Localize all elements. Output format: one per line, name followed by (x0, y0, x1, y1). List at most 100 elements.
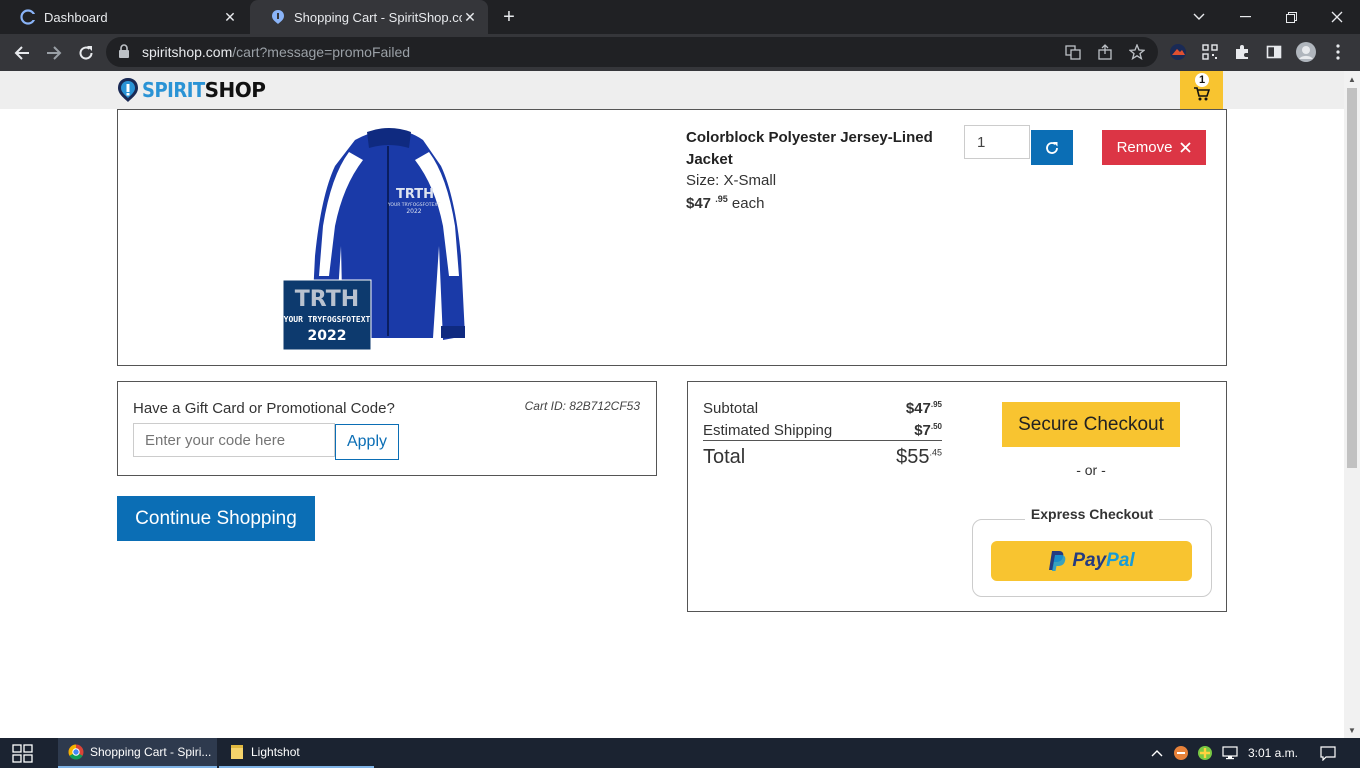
url-text: spiritshop.com/cart?message=promoFailed (142, 44, 410, 60)
subtotal-cents: .95 (930, 400, 942, 409)
start-grid-icon[interactable] (12, 744, 36, 764)
lightshot-icon (231, 745, 243, 759)
express-checkout-box: Express Checkout Pay Pal (972, 506, 1212, 597)
logo-text-spirit: SPIRIT (142, 78, 205, 102)
patch-line2: YOUR TRYFOGSFOTEXT (284, 315, 371, 324)
close-tab-icon[interactable]: ✕ (222, 9, 238, 25)
spiritshop-logo[interactable]: SPIRIT SHOP (117, 76, 266, 104)
bookmark-star-icon[interactable] (1128, 43, 1146, 61)
tab-title: Shopping Cart - SpiritShop.com (294, 9, 462, 25)
reload-icon[interactable] (73, 40, 99, 66)
side-panel-icon[interactable] (1264, 42, 1284, 62)
url-path: /cart?message=promoFailed (232, 44, 411, 60)
product-image[interactable]: TRTH YOUR TRYFOGSFOTEXT 2022 TRTH YOUR T… (282, 126, 483, 352)
dashboard-favicon-icon (20, 9, 36, 25)
more-menu-icon[interactable] (1328, 42, 1348, 62)
paypal-logo-icon (1049, 551, 1066, 571)
product-price: $47 .95 each (686, 194, 764, 212)
cart-count-badge: 1 (1195, 73, 1209, 87)
scrollbar-thumb[interactable] (1347, 88, 1357, 468)
site-header: SPIRIT SHOP 1 (0, 71, 1344, 109)
refresh-icon (1046, 141, 1058, 154)
express-checkout-label-wrap: Express Checkout (973, 506, 1211, 522)
promo-code-input[interactable] (133, 423, 335, 457)
shipping-cents: .50 (930, 422, 942, 431)
scroll-down-arrow-icon[interactable]: ▼ (1344, 723, 1360, 737)
tab-dashboard[interactable]: Dashboard ✕ (0, 0, 248, 34)
continue-shopping-button[interactable]: Continue Shopping (117, 496, 315, 541)
lock-icon[interactable] (118, 44, 130, 64)
tray-app-orange-icon[interactable] (1171, 738, 1191, 768)
share-icon[interactable] (1096, 43, 1114, 61)
price-suffix: each (731, 195, 765, 212)
logo-mark-icon (118, 78, 138, 102)
back-arrow-icon[interactable] (9, 40, 35, 66)
taskbar-item-chrome[interactable]: Shopping Cart - Spiri... (58, 738, 217, 768)
update-quantity-button[interactable] (1031, 130, 1073, 165)
subtotal-label: Subtotal (703, 400, 759, 417)
windows-taskbar: Shopping Cart - Spiri... Lightshot 3:01 … (0, 738, 1360, 768)
remove-item-button[interactable]: Remove (1102, 130, 1206, 165)
profile-avatar-icon[interactable] (1296, 42, 1316, 62)
close-tab-icon[interactable]: ✕ (462, 9, 478, 25)
minimize-icon[interactable] (1222, 0, 1268, 34)
total-row: Total $55.45 (703, 446, 942, 469)
taskbar-item-label: Shopping Cart - Spiri... (90, 745, 212, 759)
page-viewport: SPIRIT SHOP 1 TRTH YOUR TRYFOGSFOTEXT 20… (0, 71, 1344, 738)
extension-mountain-icon[interactable] (1168, 42, 1188, 62)
remove-label: Remove (1116, 139, 1173, 156)
close-x-icon (1180, 142, 1192, 153)
tab-title: Dashboard (44, 9, 108, 25)
extensions-puzzle-icon[interactable] (1232, 42, 1252, 62)
order-summary-panel: Subtotal $47.95 Estimated Shipping $7.50… (687, 381, 1227, 612)
address-bar[interactable]: spiritshop.com/cart?message=promoFailed (106, 37, 1158, 67)
subtotal-row: Subtotal $47.95 (703, 400, 942, 417)
notifications-icon[interactable] (1316, 738, 1340, 768)
spiritshop-favicon-icon (270, 9, 286, 25)
shipping-label: Estimated Shipping (703, 422, 833, 439)
browser-toolbar: spiritshop.com/cart?message=promoFailed (0, 34, 1360, 71)
close-window-icon[interactable] (1314, 0, 1360, 34)
price-cents: .95 (715, 194, 728, 204)
shipping-row: Estimated Shipping $7.50 (703, 422, 942, 441)
patch-line3: 2022 (308, 328, 347, 344)
translate-icon[interactable] (1064, 43, 1082, 61)
total-dollars: $55 (896, 446, 930, 468)
shipping-value: $7.50 (914, 422, 942, 439)
product-size: Size: X-Small (686, 172, 777, 189)
subtotal-value: $47.95 (906, 400, 942, 417)
new-tab-icon[interactable]: + (498, 6, 520, 28)
promo-code-panel: Have a Gift Card or Promotional Code? Ca… (117, 381, 657, 476)
tab-shopping-cart[interactable]: Shopping Cart - SpiritShop.com ✕ (250, 0, 488, 34)
header-cart-button[interactable]: 1 (1180, 71, 1223, 109)
taskbar-item-label: Lightshot (251, 745, 300, 759)
express-checkout-label: Express Checkout (1024, 506, 1160, 522)
cart-item-card: TRTH YOUR TRYFOGSFOTEXT 2022 TRTH YOUR T… (117, 109, 1227, 366)
forward-arrow-icon[interactable] (41, 40, 67, 66)
tab-search-chevron-icon[interactable] (1176, 0, 1222, 34)
apply-promo-button[interactable]: Apply (335, 424, 399, 460)
shipping-dollars: $7 (914, 422, 931, 439)
tray-app-green-icon[interactable] (1195, 738, 1215, 768)
shopping-cart-icon (1193, 87, 1210, 101)
page-scrollbar[interactable]: ▲ ▼ (1344, 71, 1360, 738)
chrome-icon (68, 744, 84, 760)
browser-tab-strip: Dashboard ✕ Shopping Cart - SpiritShop.c… (0, 0, 1360, 34)
tray-chevron-up-icon[interactable] (1147, 738, 1167, 768)
total-cents: .45 (929, 447, 942, 458)
secure-checkout-button[interactable]: Secure Checkout (1002, 402, 1180, 447)
system-clock[interactable]: 3:01 a.m. (1246, 738, 1300, 768)
restore-icon[interactable] (1268, 0, 1314, 34)
qr-code-icon[interactable] (1200, 42, 1220, 62)
paypal-button[interactable]: Pay Pal (991, 541, 1192, 581)
scroll-up-arrow-icon[interactable]: ▲ (1344, 72, 1360, 86)
quantity-input[interactable] (964, 125, 1030, 159)
price-dollars: $47 (686, 195, 712, 212)
patch-line1: TRTH (295, 287, 359, 312)
product-name[interactable]: Colorblock Polyester Jersey-Lined Jacket (686, 127, 936, 171)
or-separator: - or - (1076, 462, 1106, 478)
network-icon[interactable] (1219, 738, 1241, 768)
paypal-text-pal: Pal (1106, 550, 1135, 571)
taskbar-item-lightshot[interactable]: Lightshot (219, 738, 374, 768)
logo-text-shop: SHOP (204, 78, 266, 102)
